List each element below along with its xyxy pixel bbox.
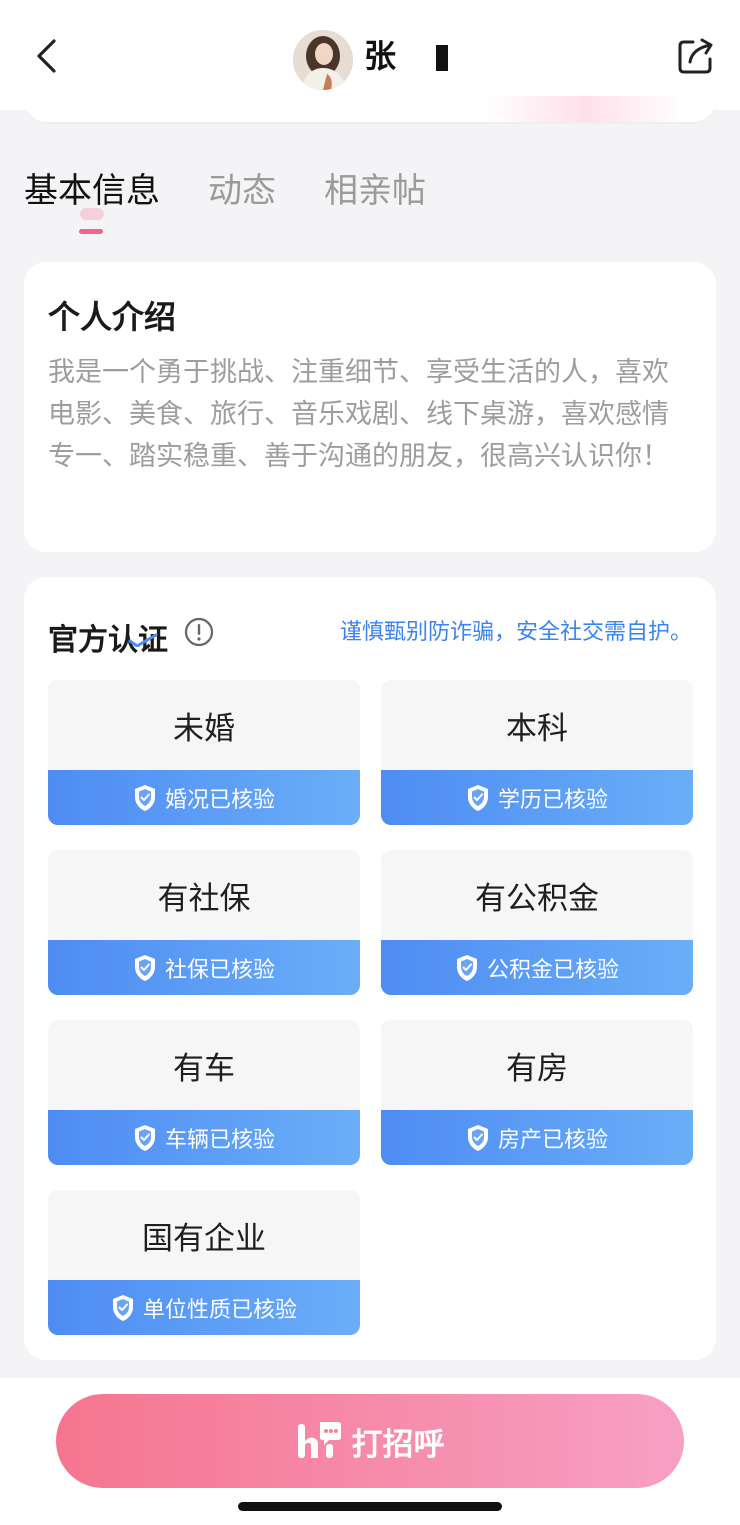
verification-value: 本科 (506, 710, 568, 747)
shield-check-icon (467, 784, 488, 811)
share-button[interactable] (676, 36, 716, 76)
anti-fraud-warning[interactable]: 谨慎甄别防诈骗，安全社交需自护。 (340, 619, 692, 647)
self-intro-card: 个人介绍 我是一个勇于挑战、注重细节、享受生活的人，喜欢电影、美食、旅行、音乐戏… (24, 262, 716, 552)
verification-value: 有公积金 (475, 880, 599, 917)
hi-chat-icon (297, 1422, 341, 1458)
chevron-left-icon (37, 39, 56, 73)
profile-name: 张 (364, 36, 449, 76)
active-tab-indicator (79, 229, 103, 234)
profile-name-text: 张 (364, 37, 397, 75)
verification-badge: 车辆已核验 (48, 1110, 360, 1165)
verification-tile-education: 本科 学历已核验 (381, 680, 693, 825)
verification-value: 国有企业 (142, 1220, 266, 1257)
verification-badge: 单位性质已核验 (48, 1280, 360, 1335)
verification-badge-label: 房产已核验 (497, 1127, 608, 1153)
verification-badge-label: 婚况已核验 (164, 787, 275, 813)
verification-tile-house: 有房 房产已核验 (381, 1020, 693, 1165)
say-hi-button[interactable]: 打招呼 (56, 1394, 684, 1488)
share-icon (678, 38, 713, 74)
info-icon[interactable] (184, 617, 214, 647)
tab-dating-posts[interactable]: 相亲帖 (324, 168, 426, 238)
avatar-photo (293, 30, 353, 90)
verification-badge: 学历已核验 (381, 770, 693, 825)
profile-tabs: 基本信息 动态 相亲帖 (24, 168, 474, 238)
verification-badge-label: 车辆已核验 (164, 1127, 275, 1153)
name-redaction (404, 41, 449, 71)
shield-check-icon (134, 784, 155, 811)
checkmark-icon (128, 633, 158, 647)
avatar[interactable] (293, 30, 353, 90)
verification-tile-employer: 国有企业 单位性质已核验 (48, 1190, 360, 1335)
shield-check-icon (134, 1124, 155, 1151)
verification-value: 有房 (506, 1050, 568, 1087)
verification-badge: 婚况已核验 (48, 770, 360, 825)
shield-check-icon (134, 954, 155, 981)
shield-check-icon (112, 1294, 133, 1321)
home-indicator (238, 1502, 502, 1511)
verification-tile-social-insurance: 有社保 社保已核验 (48, 850, 360, 995)
tab-moments[interactable]: 动态 (208, 168, 276, 238)
top-nav-bar: 张 (0, 0, 740, 110)
self-intro-text: 我是一个勇于挑战、注重细节、享受生活的人，喜欢电影、美食、旅行、音乐戏剧、线下桌… (48, 357, 669, 472)
verification-value: 有社保 (157, 880, 251, 917)
self-intro-title: 个人介绍 (48, 298, 177, 336)
verification-tile-housing-fund: 有公积金 公积金已核验 (381, 850, 693, 995)
tab-indicator-glow (80, 208, 104, 220)
tab-basic-info[interactable]: 基本信息 (24, 168, 160, 238)
shield-check-icon (456, 954, 477, 981)
say-hi-label: 打招呼 (351, 1426, 445, 1463)
shield-check-icon (467, 1124, 488, 1151)
verification-badge-label: 单位性质已核验 (142, 1297, 297, 1323)
verification-badge-label: 社保已核验 (164, 957, 275, 983)
verification-value: 有车 (173, 1050, 235, 1087)
profile-summary-card-edge (24, 96, 716, 122)
profile-page: 张 基本信息 动态 相亲帖 个人介绍 我是一个勇于挑战、注重细节、享受生活的人，… (0, 0, 740, 1525)
verification-badge: 社保已核验 (48, 940, 360, 995)
verification-tile-car: 有车 车辆已核验 (48, 1020, 360, 1165)
back-button[interactable] (28, 34, 64, 78)
official-verification-card: 官方认证 谨慎甄别防诈骗，安全社交需自护。 未婚 婚况已核验 本科 学历已核验 … (24, 577, 716, 1360)
verification-badge: 房产已核验 (381, 1110, 693, 1165)
verification-tile-marital: 未婚 婚况已核验 (48, 680, 360, 825)
verification-badge: 公积金已核验 (381, 940, 693, 995)
verification-value: 未婚 (173, 710, 235, 747)
verification-badge-label: 学历已核验 (497, 787, 608, 813)
verification-badge-label: 公积金已核验 (486, 957, 619, 983)
